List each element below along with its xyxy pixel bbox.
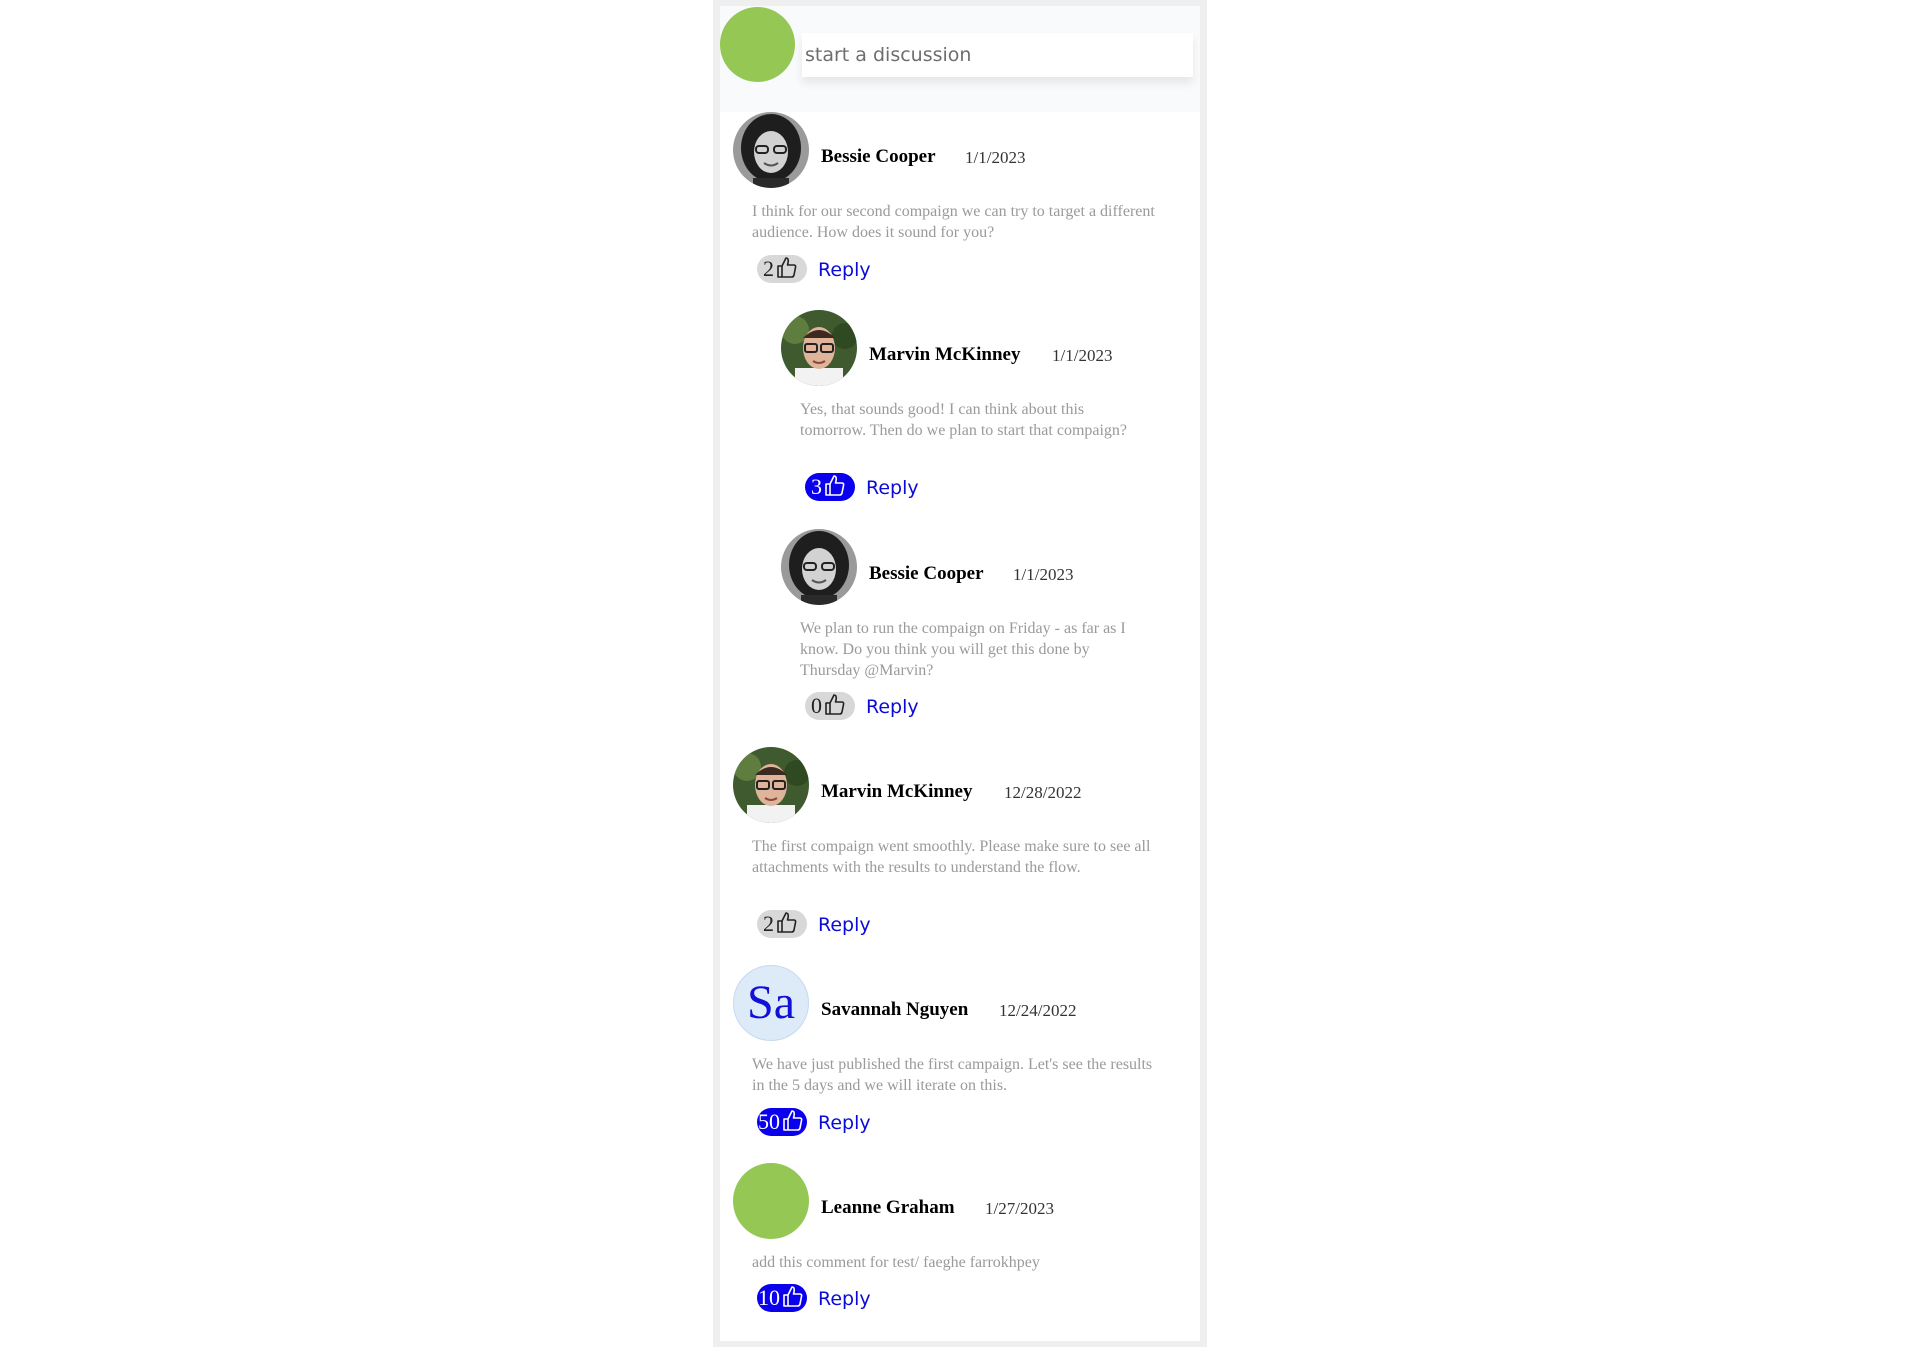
like-count: 3 (811, 474, 822, 499)
reply-link[interactable]: Reply (866, 473, 919, 503)
comment-date: 1/1/2023 (1013, 565, 1074, 584)
comment-reply: Marvin McKinney 1/1/2023 Yes, that sound… (781, 310, 1191, 505)
avatar (733, 747, 809, 823)
avatar (733, 1163, 809, 1239)
comment-text: We plan to run the compaign on Friday - … (800, 620, 1126, 679)
comment-author: Leanne Graham (821, 1197, 955, 1218)
comment-date: 1/1/2023 (1052, 346, 1113, 365)
like-button[interactable]: 3 (805, 473, 855, 501)
thumbs-up-icon (777, 257, 797, 278)
comment-text: add this comment for test/ faeghe farrok… (752, 1254, 1040, 1271)
comment: Marvin McKinney 12/28/2022 The first com… (733, 747, 1193, 942)
reply-link[interactable]: Reply (866, 692, 919, 722)
avatar (781, 310, 857, 386)
reply-link[interactable]: Reply (818, 1284, 871, 1314)
comment: Leanne Graham 1/27/2023 add this comment… (733, 1163, 1193, 1333)
thumbs-up-icon (825, 694, 845, 715)
comment-reply: Bessie Cooper 1/1/2023 We plan to run th… (781, 529, 1191, 724)
comment-author: Marvin McKinney (821, 781, 973, 802)
like-button[interactable]: 0 (805, 692, 855, 720)
like-button[interactable]: 50 (757, 1108, 807, 1136)
thumbs-up-icon (777, 912, 797, 933)
comment-text: Yes, that sounds good! I can think about… (800, 401, 1128, 439)
comment-author: Savannah Nguyen (821, 999, 969, 1020)
comment-author: Bessie Cooper (821, 146, 936, 167)
reply-link[interactable]: Reply (818, 255, 871, 285)
like-button[interactable]: 2 (757, 255, 807, 283)
comment-text: We have just published the first campaig… (752, 1056, 1153, 1094)
comment-author: Bessie Cooper (869, 563, 984, 584)
comment: Bessie Cooper 1/1/2023 I think for our s… (733, 112, 1193, 287)
like-count: 50 (758, 1109, 780, 1134)
like-button[interactable]: 2 (757, 910, 807, 938)
reply-link[interactable]: Reply (818, 1108, 871, 1138)
thumbs-up-icon (783, 1286, 803, 1307)
thumbs-up-icon (825, 475, 845, 496)
start-discussion-input[interactable] (802, 33, 1193, 77)
comment-text: The first compaign went smoothly. Please… (752, 838, 1151, 876)
like-count: 2 (763, 256, 774, 281)
current-user-avatar (720, 7, 795, 82)
thumbs-up-icon (783, 1110, 803, 1131)
comment: Sa Savannah Nguyen 12/24/2022 We have ju… (733, 965, 1193, 1140)
like-count: 0 (811, 693, 822, 718)
comment-author: Marvin McKinney (869, 344, 1021, 365)
avatar-initials: Sa (733, 965, 809, 1041)
comment-date: 12/28/2022 (1004, 783, 1082, 802)
reply-link[interactable]: Reply (818, 910, 871, 940)
like-count: 10 (758, 1285, 780, 1310)
comment-date: 12/24/2022 (999, 1001, 1077, 1020)
comment-date: 1/27/2023 (985, 1199, 1054, 1218)
like-count: 2 (763, 911, 774, 936)
like-button[interactable]: 10 (757, 1284, 807, 1312)
comment-date: 1/1/2023 (965, 148, 1026, 167)
comment-text: I think for our second compaign we can t… (752, 203, 1155, 241)
avatar (733, 112, 809, 188)
avatar (781, 529, 857, 605)
